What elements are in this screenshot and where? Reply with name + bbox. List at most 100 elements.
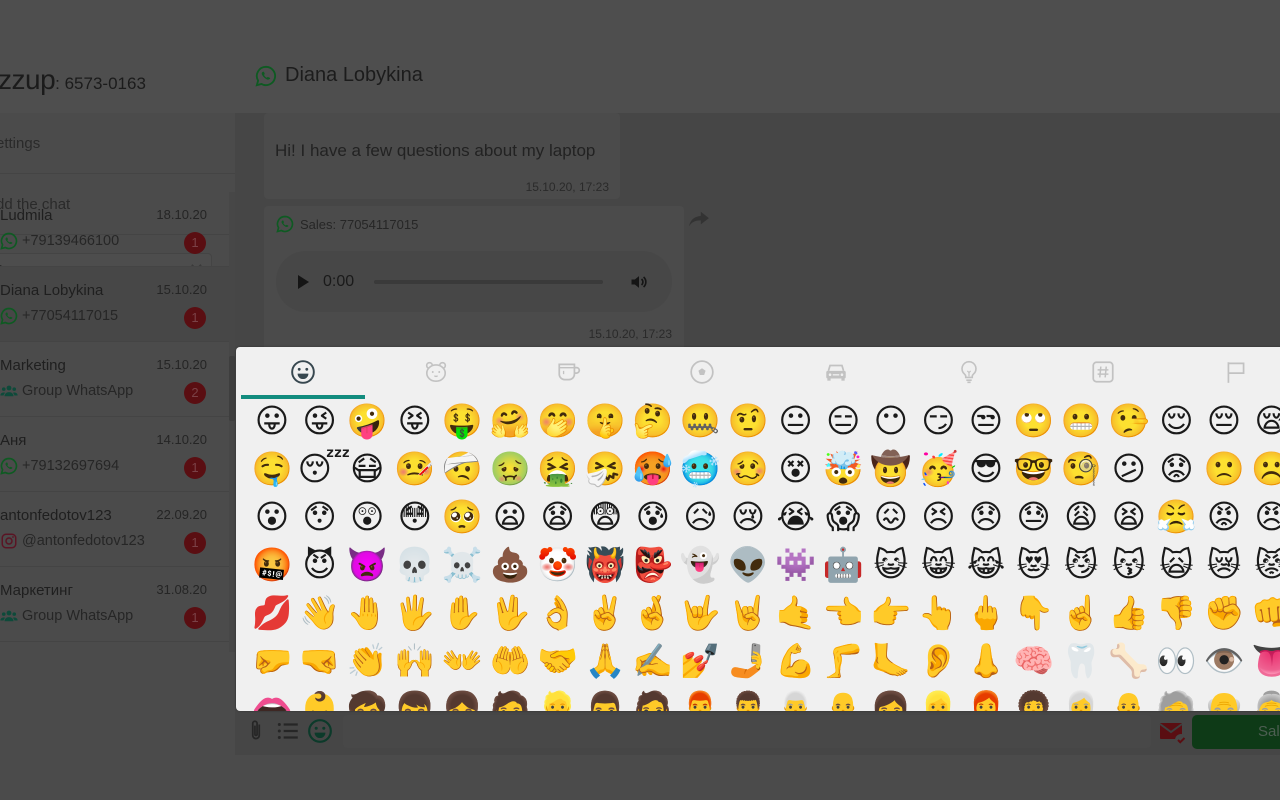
emoji-item[interactable]: 👩 (869, 687, 913, 711)
chat-list-item[interactable]: antonfedotov123 22.09.20 @antonfedotov12… (0, 492, 229, 567)
emoji-item[interactable]: 🤚 (345, 591, 389, 635)
emoji-item[interactable]: 🤝 (536, 639, 580, 683)
emoji-item[interactable]: 🙀 (1154, 543, 1198, 587)
emoji-item[interactable]: 👄 (250, 687, 294, 711)
emoji-item[interactable]: 👎 (1154, 591, 1198, 635)
emoji-item[interactable]: 👏 (345, 639, 389, 683)
emoji-item[interactable]: 💋 (250, 591, 294, 635)
emoji-item[interactable]: ☹️ (1250, 447, 1280, 491)
emoji-item[interactable]: 😪 (1250, 399, 1280, 443)
emoji-item[interactable]: 💪 (774, 639, 818, 683)
emoji-item[interactable]: 🤗 (488, 399, 532, 443)
emoji-item[interactable]: 👧 (440, 687, 484, 711)
emoji-item[interactable]: 💅 (678, 639, 722, 683)
emoji-item[interactable]: 👅 (1250, 639, 1280, 683)
emoji-item[interactable]: 🤕 (440, 447, 484, 491)
emoji-item[interactable]: 🤮 (536, 447, 580, 491)
emoji-item[interactable]: 👍 (1107, 591, 1151, 635)
tab-activity[interactable] (687, 357, 717, 387)
emoji-item[interactable]: 👦 (393, 687, 437, 711)
emoji-item[interactable]: 👴 (1202, 687, 1246, 711)
emoji-item[interactable]: 👉 (869, 591, 913, 635)
emoji-item[interactable]: 👃 (964, 639, 1008, 683)
emoji-item[interactable]: 🤲 (488, 639, 532, 683)
emoji-item[interactable]: 👩‍🦲 (1107, 687, 1151, 711)
tab-flags[interactable] (1221, 357, 1251, 387)
emoji-item[interactable]: 😡 (1202, 495, 1246, 539)
emoji-item[interactable]: 👨‍🦳 (774, 687, 818, 711)
emoji-item[interactable]: 🤜 (298, 639, 342, 683)
emoji-item[interactable]: 🥺 (440, 495, 484, 539)
emoji-item[interactable]: 👌 (536, 591, 580, 635)
emoji-item[interactable]: 😳 (393, 495, 437, 539)
emoji-item[interactable]: 🤙 (774, 591, 818, 635)
emoji-item[interactable]: 🤛 (250, 639, 294, 683)
emoji-item[interactable]: 😰 (631, 495, 675, 539)
emoji-item[interactable]: 💀 (393, 543, 437, 587)
emoji-item[interactable]: 👋 (298, 591, 342, 635)
emoji-item[interactable]: 🦷 (1059, 639, 1103, 683)
emoji-item[interactable]: 👽 (726, 543, 770, 587)
emoji-item[interactable]: 🤪 (345, 399, 389, 443)
emoji-item[interactable]: 😼 (1059, 543, 1103, 587)
emoji-item[interactable]: 😕 (1107, 447, 1151, 491)
emoji-item[interactable]: 🦵 (821, 639, 865, 683)
emoji-item[interactable]: 😸 (916, 543, 960, 587)
emoji-item[interactable]: 🥵 (631, 447, 675, 491)
send-button[interactable]: Sales (1192, 715, 1280, 749)
emoji-item[interactable]: 🥳 (916, 447, 960, 491)
emoji-item[interactable]: 🙄 (1012, 399, 1056, 443)
emoji-item[interactable]: 👈 (821, 591, 865, 635)
emoji-item[interactable]: 🤐 (678, 399, 722, 443)
emoji-item[interactable]: 👇 (1012, 591, 1056, 635)
audio-progress-slider[interactable] (374, 279, 604, 284)
emoji-item[interactable]: 😯 (298, 495, 342, 539)
emoji-item[interactable]: 😒 (964, 399, 1008, 443)
tab-symbols[interactable] (1088, 357, 1118, 387)
emoji-item[interactable]: 😷 (345, 447, 389, 491)
emoji-item[interactable]: 😭 (774, 495, 818, 539)
emoji-item[interactable]: 👨‍🦱 (726, 687, 770, 711)
emoji-item[interactable]: 🤢 (488, 447, 532, 491)
emoji-item[interactable]: 😝 (393, 399, 437, 443)
emoji-item[interactable]: 🖖 (488, 591, 532, 635)
volume-icon[interactable] (629, 272, 649, 292)
tab-animals[interactable] (421, 357, 451, 387)
emoji-item[interactable]: 😑 (821, 399, 865, 443)
list-icon[interactable] (275, 718, 301, 744)
emoji-item[interactable]: ☠️ (440, 543, 484, 587)
emoji-item[interactable]: 😬 (1059, 399, 1103, 443)
emoji-item[interactable]: 👆 (916, 591, 960, 635)
emoji-item[interactable]: 👨 (583, 687, 627, 711)
emoji-item[interactable]: 😻 (1012, 543, 1056, 587)
emoji-item[interactable]: 😧 (536, 495, 580, 539)
emoji-item[interactable]: ✊ (1202, 591, 1246, 635)
tab-travel[interactable] (821, 357, 851, 387)
emoji-item[interactable]: 😓 (1012, 495, 1056, 539)
emoji-item[interactable]: ✍️ (631, 639, 675, 683)
emoji-item[interactable]: 👨‍🦰 (678, 687, 722, 711)
emoji-item[interactable]: 😈 (298, 543, 342, 587)
emoji-item[interactable]: 👹 (583, 543, 627, 587)
forward-icon[interactable] (688, 210, 710, 228)
emoji-item[interactable]: 👶 (298, 687, 342, 711)
emoji-item[interactable]: 🧑 (488, 687, 532, 711)
emoji-item[interactable]: 🤘 (726, 591, 770, 635)
emoji-item[interactable]: 🤤 (250, 447, 294, 491)
chat-list-item[interactable]: Маркетинг 31.08.20 Group WhatsApp 1 (0, 567, 229, 642)
emoji-item[interactable]: ✋ (440, 591, 484, 635)
emoji-item[interactable]: 😫 (1107, 495, 1151, 539)
emoji-item[interactable]: 🤫 (583, 399, 627, 443)
emoji-item[interactable]: 👐 (440, 639, 484, 683)
tab-objects[interactable] (954, 357, 984, 387)
emoji-item[interactable]: 🤟 (678, 591, 722, 635)
emoji-item[interactable]: 🧔 (631, 687, 675, 711)
emoji-item[interactable]: 👨‍🦲 (821, 687, 865, 711)
emoji-item[interactable]: 😣 (916, 495, 960, 539)
emoji-item[interactable]: 💩 (488, 543, 532, 587)
emoji-item[interactable]: 🤠 (869, 447, 913, 491)
emoji-item[interactable]: 👱‍♀️ (916, 687, 960, 711)
emoji-item[interactable]: 👊 (1250, 591, 1280, 635)
emoji-item[interactable]: 😏 (916, 399, 960, 443)
emoji-item[interactable]: 😛 (250, 399, 294, 443)
